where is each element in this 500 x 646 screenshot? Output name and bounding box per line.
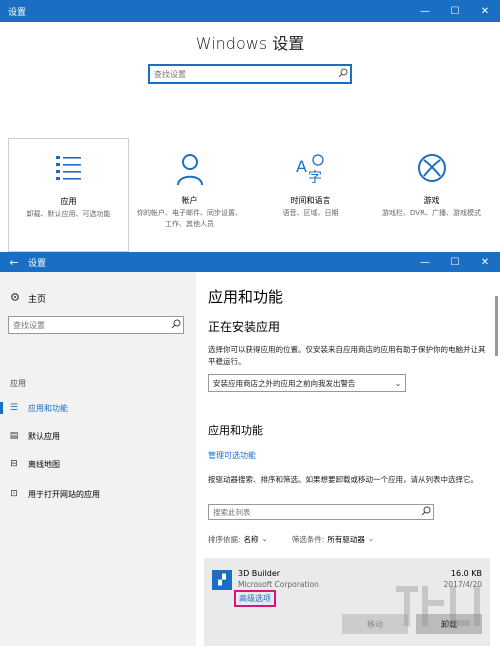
advanced-options-link[interactable]: 高级选项: [234, 590, 276, 607]
sidebar-section-label: 应用: [10, 379, 26, 388]
sidebar-home-label: 主页: [28, 295, 47, 305]
page-title: 应用和功能: [208, 288, 284, 306]
settings-home-window: 设置 — ☐ ✕ Windows 设置 应用 卸载、默认: [0, 0, 500, 252]
sidebar-search-input[interactable]: [13, 320, 169, 330]
window-title: 设置: [28, 258, 47, 269]
active-indicator: [0, 402, 3, 414]
titlebar: ← 设置 — ☐ ✕: [0, 252, 500, 272]
sidebar-home[interactable]: 主页: [10, 292, 46, 305]
list-search-input[interactable]: [213, 507, 419, 517]
category-name: 帐户: [181, 196, 198, 205]
category-gaming[interactable]: 游戏 游戏栏、DVR、广播、游戏模式: [371, 138, 492, 252]
sidebar-item-label: 默认应用: [28, 431, 60, 441]
search-icon[interactable]: [336, 68, 350, 81]
chevron-down-icon: ⌄: [261, 534, 268, 543]
page-title: Windows 设置: [195, 34, 305, 53]
category-desc: 你的帐户、电子邮件、同步设置、工作、其他人员: [137, 209, 242, 228]
back-arrow-icon[interactable]: ←: [0, 256, 28, 269]
app-list-item[interactable]: ▞ 3D Builder Microsoft Corporation 16.0 …: [204, 558, 490, 646]
svg-text:字: 字: [308, 170, 322, 186]
sidebar-item-website-apps[interactable]: ⊡ 用于打开网站的应用: [0, 484, 196, 504]
uninstall-button[interactable]: 卸载: [416, 614, 482, 634]
installing-description: 选择你可以获得应用的位置。仅安装来自应用商店的应用有助于保护你的电脑并让其平稳运…: [208, 345, 486, 366]
settings-search-box[interactable]: [148, 64, 352, 84]
app-publisher: Microsoft Corporation: [238, 580, 319, 589]
3d-builder-app-icon: ▞: [212, 570, 232, 590]
sidebar-item-offline-maps[interactable]: ⊟ 离线地图: [0, 454, 196, 474]
category-apps[interactable]: 应用 卸载、默认应用、可选功能: [8, 138, 129, 252]
gear-icon: [10, 292, 20, 305]
search-icon[interactable]: [169, 319, 183, 332]
installing-heading: 正在安装应用: [208, 320, 281, 334]
install-source-dropdown[interactable]: 安装应用商店之外的应用之前向我发出警告 ⌄: [208, 374, 406, 392]
move-button[interactable]: 移动: [342, 614, 408, 634]
sidebar-item-label: 离线地图: [28, 459, 60, 469]
manage-optional-features-link[interactable]: 管理可选功能: [208, 450, 256, 461]
category-desc: 语音、区域、日期: [282, 209, 339, 217]
filter-value: 所有驱动器: [327, 535, 365, 544]
time-language-icon: A 字: [250, 152, 371, 192]
apps-heading: 应用和功能: [208, 424, 263, 437]
chevron-down-icon: ⌄: [394, 378, 402, 388]
chevron-down-icon: ⌄: [367, 534, 375, 543]
apps-features-window: ← 设置 — ☐ ✕ 主页 应用 ☰ 应用和功能 ▤ 默认应用: [0, 252, 500, 646]
filter-label: 筛选条件:: [291, 535, 325, 544]
apps-list-icon: [9, 153, 128, 193]
dropdown-value: 安装应用商店之外的应用之前向我发出警告: [213, 378, 356, 388]
sidebar: 主页 应用 ☰ 应用和功能 ▤ 默认应用 ⊟ 离线地图 ⊡ 用于打开网站的应用: [0, 272, 196, 646]
main-content: 应用和功能 正在安装应用 选择你可以获得应用的位置。仅安装来自应用商店的应用有助…: [196, 272, 500, 646]
sidebar-search-box[interactable]: [8, 316, 184, 334]
category-grid: 应用 卸载、默认应用、可选功能 帐户 你的帐户、电子邮件、同步设置、工作、其他人…: [8, 138, 492, 252]
website-apps-icon: ⊡: [10, 489, 18, 499]
sort-value: 名称: [243, 535, 259, 544]
sort-dropdown[interactable]: 排序依据: 名称 ⌄: [208, 534, 268, 545]
category-accounts[interactable]: 帐户 你的帐户、电子邮件、同步设置、工作、其他人员: [129, 138, 250, 252]
svg-text:A: A: [296, 157, 307, 176]
app-name: 3D Builder: [238, 569, 281, 578]
category-desc: 卸载、默认应用、可选功能: [26, 210, 111, 218]
close-button[interactable]: ✕: [470, 252, 500, 273]
category-name: 时间和语言: [290, 196, 331, 205]
category-name: 游戏: [423, 196, 440, 205]
category-name: 应用: [60, 197, 77, 206]
scrollbar[interactable]: [495, 296, 498, 356]
category-desc: 游戏栏、DVR、广播、游戏模式: [382, 209, 481, 217]
category-time-language[interactable]: A 字 时间和语言 语音、区域、日期: [250, 138, 371, 252]
default-apps-icon: ▤: [9, 431, 19, 441]
maximize-button[interactable]: ☐: [440, 252, 470, 273]
minimize-button[interactable]: —: [410, 252, 440, 273]
person-icon: [129, 152, 250, 192]
app-size: 16.0 KB: [450, 569, 482, 578]
sidebar-item-apps-features[interactable]: ☰ 应用和功能: [0, 398, 196, 418]
sidebar-item-label: 用于打开网站的应用: [28, 489, 100, 499]
sort-filter-bar: 排序依据: 名称 ⌄ 筛选条件: 所有驱动器 ⌄: [208, 534, 498, 545]
minimize-button[interactable]: —: [410, 0, 440, 22]
apps-features-icon: ☰: [9, 403, 19, 413]
offline-maps-icon: ⊟: [10, 459, 18, 469]
close-button[interactable]: ✕: [470, 0, 500, 22]
sidebar-item-label: 应用和功能: [28, 403, 68, 413]
xbox-icon: [371, 152, 492, 192]
filter-dropdown[interactable]: 筛选条件: 所有驱动器 ⌄: [292, 534, 374, 545]
apps-description: 按驱动器搜索、排序和筛选。如果想要卸载或移动一个应用，请从列表中选择它。: [208, 475, 478, 484]
maximize-button[interactable]: ☐: [440, 0, 470, 22]
sort-label: 排序依据:: [208, 535, 241, 544]
sidebar-item-default-apps[interactable]: ▤ 默认应用: [0, 426, 196, 446]
app-date: 2017/4/20: [443, 580, 482, 589]
search-icon[interactable]: [419, 506, 433, 518]
titlebar: 设置 — ☐ ✕: [0, 0, 500, 22]
list-search-box[interactable]: [208, 504, 434, 520]
search-input[interactable]: [154, 69, 336, 79]
window-title: 设置: [8, 7, 27, 18]
